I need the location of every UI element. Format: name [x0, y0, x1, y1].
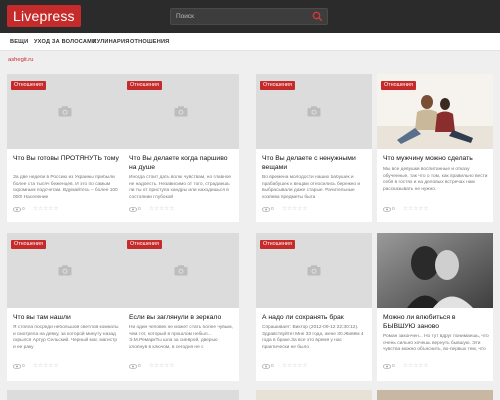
article-thumbnail[interactable]: Отношения [7, 233, 123, 308]
camera-icon [174, 265, 188, 276]
rating-stars[interactable]: ☆☆☆☆☆ [33, 363, 59, 370]
article-meta: 0 ☆☆☆☆☆ [383, 363, 489, 370]
article-excerpt: Во времена молодости наших бабушек и пра… [262, 175, 361, 200]
article-thumbnail-partial[interactable] [123, 390, 239, 400]
top-bar: Livepress [0, 0, 500, 33]
nav-item-hair-care[interactable]: УХОД ЗА ВОЛОСАМИ [34, 33, 96, 51]
rating-stars[interactable]: ☆☆☆☆☆ [403, 363, 429, 370]
article-title[interactable]: Что Вы готовы ПРОТЯНУТЬ тому [13, 154, 119, 163]
article-excerpt: Роман закончен... Но тут вдруг понимаешь… [383, 334, 489, 352]
rating-stars[interactable]: ☆☆☆☆☆ [149, 363, 175, 370]
main-nav: ВЕЩИ УХОД ЗА ВОЛОСАМИ КУЛИНАРИЯ ОТНОШЕНИ… [0, 33, 500, 51]
category-badge[interactable]: Отношения [127, 240, 162, 249]
article-meta: 0 ☆☆☆☆☆ [13, 363, 119, 370]
article-card[interactable]: Отношения А надо ли сохранять брак Спраш… [256, 233, 372, 381]
category-badge[interactable]: Отношения [260, 240, 295, 249]
article-photo[interactable] [377, 233, 493, 308]
camera-icon [307, 106, 321, 117]
article-excerpt: За две недели в Россию из Украины прибыл… [13, 175, 118, 200]
eye-icon [262, 207, 270, 212]
view-count: 0 [392, 364, 395, 369]
camera-icon [58, 106, 72, 117]
eye-icon [262, 364, 270, 369]
article-meta: 0 ☆☆☆☆☆ [262, 363, 368, 370]
article-card[interactable]: Можно ли влюбиться в БЫВШУЮ заново Роман… [377, 233, 493, 381]
search-box[interactable] [170, 8, 328, 25]
article-title[interactable]: Что мужчину можно сделать [383, 154, 489, 163]
article-card[interactable]: Отношения Что Вы готовы ПРОТЯНУТЬ тому З… [7, 74, 123, 222]
article-title[interactable]: Что вы там нашли [13, 313, 119, 322]
article-meta: 0 ☆☆☆☆☆ [262, 206, 368, 213]
article-meta: 0 ☆☆☆☆☆ [13, 206, 119, 213]
article-photo[interactable]: Отношения [377, 74, 493, 149]
article-title[interactable]: Можно ли влюбиться в БЫВШУЮ заново [383, 313, 489, 331]
article-thumbnail[interactable]: Отношения [123, 74, 239, 149]
article-card[interactable]: Отношения Что Вы делаете когда паршиво н… [123, 74, 239, 222]
article-thumbnail[interactable]: Отношения [7, 74, 123, 149]
article-excerpt: Спрашивает: Виктор (2012-09-12 22:30:12)… [262, 325, 364, 350]
article-meta: 0 ☆☆☆☆☆ [129, 206, 235, 213]
article-title[interactable]: А надо ли сохранять брак [262, 313, 368, 322]
search-icon[interactable] [312, 11, 323, 22]
source-domain-link[interactable]: ashegit.ru [8, 57, 33, 63]
category-badge[interactable]: Отношения [11, 81, 46, 90]
article-title[interactable]: Что Вы делаете когда паршиво на душе [129, 154, 235, 172]
couple-bw-photo [377, 233, 493, 308]
article-excerpt: Ни один человек не может стать более чув… [129, 325, 233, 350]
view-count: 0 [138, 207, 141, 212]
article-meta: 0 ☆☆☆☆☆ [129, 363, 235, 370]
article-card[interactable]: Отношения Если вы заглянули в зеркало Ни… [123, 233, 239, 381]
nav-item-things[interactable]: ВЕЩИ [10, 33, 28, 51]
camera-icon [58, 265, 72, 276]
article-photo-partial[interactable] [256, 390, 372, 400]
rating-stars[interactable]: ☆☆☆☆☆ [282, 363, 308, 370]
view-count: 0 [22, 364, 25, 369]
article-meta: 0 ☆☆☆☆☆ [383, 206, 489, 213]
rating-stars[interactable]: ☆☆☆☆☆ [149, 206, 175, 213]
search-input[interactable] [171, 9, 309, 24]
eye-icon [383, 364, 391, 369]
article-excerpt: Мы все девушки воспитанные и отказу обуч… [383, 167, 488, 192]
article-card[interactable]: Отношения Что мужчину можно сделать Мы в… [377, 74, 493, 222]
camera-icon [307, 265, 321, 276]
view-count: 0 [392, 207, 395, 212]
category-badge[interactable]: Отношения [127, 81, 162, 90]
site-logo[interactable]: Livepress [7, 5, 81, 27]
article-excerpt: Иногда стоит дать волю чувствам, но глав… [129, 175, 232, 200]
camera-icon [174, 106, 188, 117]
rating-stars[interactable]: ☆☆☆☆☆ [403, 206, 429, 213]
rating-stars[interactable]: ☆☆☆☆☆ [282, 206, 308, 213]
eye-icon [383, 207, 391, 212]
eye-icon [13, 364, 21, 369]
article-thumbnail[interactable]: Отношения [256, 233, 372, 308]
eye-icon [13, 207, 21, 212]
article-thumbnail-partial[interactable] [7, 390, 123, 400]
view-count: 0 [22, 207, 25, 212]
eye-icon [129, 207, 137, 212]
nav-item-cooking[interactable]: КУЛИНАРИЯ [93, 33, 129, 51]
rating-stars[interactable]: ☆☆☆☆☆ [33, 206, 59, 213]
article-title[interactable]: Что Вы делаете с ненужными вещами [262, 154, 368, 172]
category-badge[interactable]: Отношения [260, 81, 295, 90]
view-count: 0 [138, 364, 141, 369]
view-count: 0 [271, 364, 274, 369]
article-photo-partial[interactable] [377, 390, 493, 400]
article-excerpt: Я стояла посреди небольшой светлой комна… [13, 325, 119, 350]
article-title[interactable]: Если вы заглянули в зеркало [129, 313, 235, 322]
article-card[interactable]: Отношения Что вы там нашли Я стояла поср… [7, 233, 123, 381]
eye-icon [129, 364, 137, 369]
article-thumbnail[interactable]: Отношения [123, 233, 239, 308]
article-thumbnail[interactable]: Отношения [256, 74, 372, 149]
nav-item-relations[interactable]: ОТНОШЕНИЯ [130, 33, 169, 51]
category-badge[interactable]: Отношения [11, 240, 46, 249]
view-count: 0 [271, 207, 274, 212]
article-card[interactable]: Отношения Что Вы делаете с ненужными вещ… [256, 74, 372, 222]
category-badge[interactable]: Отношения [381, 81, 416, 90]
